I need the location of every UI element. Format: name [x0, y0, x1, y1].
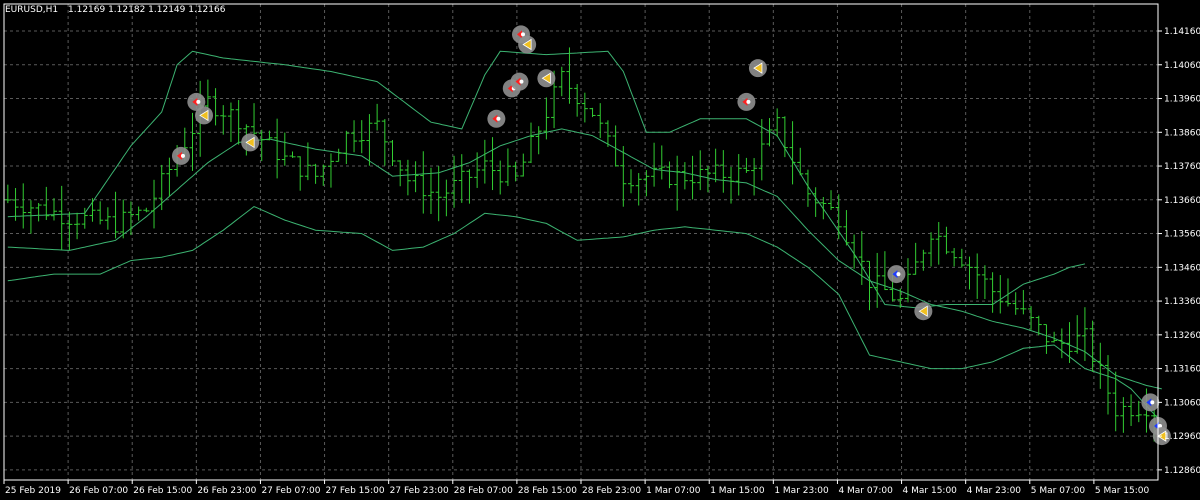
x-tick-label: 25 Feb 2019: [5, 486, 61, 496]
chart-window[interactable]: 1.14160 1.14060 1.13960 1.13860 1.13760 1.136…: [0, 0, 1200, 500]
x-tick-label: 28 Feb 15:00: [518, 486, 577, 496]
buy-dot-icon: [896, 272, 901, 277]
x-tick-label: 27 Feb 07:00: [261, 486, 320, 496]
y-tick-label: 1.13260: [1164, 331, 1200, 341]
x-tick-label: 26 Feb 07:00: [69, 486, 128, 496]
y-tick-label: 1.14160: [1164, 27, 1200, 37]
sell-dot-icon: [196, 99, 201, 104]
y-tick-label: 1.13460: [1164, 263, 1200, 273]
ohlc-readout: 1.12169 1.12182 1.12149 1.12166: [68, 5, 226, 15]
x-tick-label: 1 Mar 07:00: [646, 486, 701, 496]
y-tick-label: 1.13860: [1164, 128, 1200, 138]
x-tick-label: 4 Mar 23:00: [967, 486, 1022, 496]
x-tick-label: 1 Mar 23:00: [774, 486, 829, 496]
x-tick-label: 5 Mar 15:00: [1095, 486, 1150, 496]
sell-dot-icon: [746, 99, 751, 104]
sell-dot-icon: [520, 32, 525, 37]
y-tick-label: 1.13360: [1164, 297, 1200, 307]
y-tick-label: 1.13760: [1164, 162, 1200, 172]
y-tick-label: 1.12860: [1164, 466, 1200, 476]
x-tick-label: 5 Mar 07:00: [1031, 486, 1086, 496]
x-tick-label: 28 Feb 23:00: [582, 486, 641, 496]
x-tick-label: 28 Feb 07:00: [454, 486, 513, 496]
x-tick-label: 1 Mar 15:00: [710, 486, 765, 496]
sell-dot-icon: [496, 116, 501, 121]
chart-background: [0, 0, 1200, 500]
x-tick-label: 27 Feb 15:00: [326, 486, 385, 496]
price-chart[interactable]: 1.14160 1.14060 1.13960 1.13860 1.13760 1.136…: [0, 0, 1200, 500]
y-tick-label: 1.13660: [1164, 196, 1200, 206]
x-tick-label: 27 Feb 23:00: [390, 486, 449, 496]
y-tick-label: 1.13560: [1164, 230, 1200, 240]
y-tick-label: 1.14060: [1164, 61, 1200, 71]
sell-dot-icon: [180, 153, 185, 158]
y-tick-label: 1.12960: [1164, 432, 1200, 442]
x-tick-label: 26 Feb 23:00: [197, 486, 256, 496]
x-tick-label: 4 Mar 15:00: [903, 486, 958, 496]
y-tick-label: 1.13160: [1164, 365, 1200, 375]
x-tick-label: 26 Feb 15:00: [133, 486, 192, 496]
sell-dot-icon: [519, 79, 524, 84]
y-tick-label: 1.13060: [1164, 398, 1200, 408]
symbol-label: EURUSD,H1: [5, 5, 58, 15]
y-tick-label: 1.13960: [1164, 95, 1200, 105]
x-tick-label: 4 Mar 07:00: [838, 486, 893, 496]
buy-dot-icon: [1150, 400, 1155, 405]
